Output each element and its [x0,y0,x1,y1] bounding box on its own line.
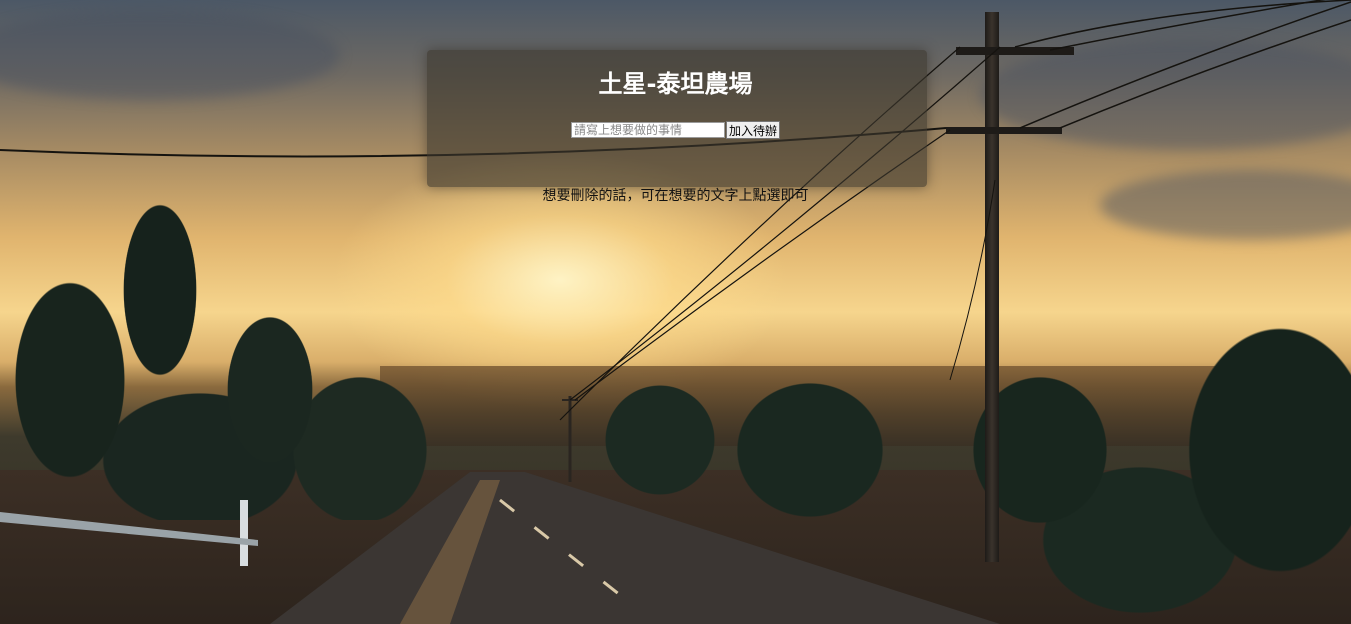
page-title: 土星-泰坦農場 [598,70,753,98]
power-line [1049,0,1326,51]
power-line [1014,0,1351,48]
delete-hint-text: 想要刪除的話，可在想要的文字上點選即可 [542,188,809,204]
background-landscape-photo: 土星-泰坦農場 加入待辦 想要刪除的話，可在想要的文字上點選即可 [0,0,1351,624]
todo-form: 加入待辦 [571,121,781,139]
add-todo-button[interactable]: 加入待辦 [726,121,781,139]
power-line [1019,1,1351,129]
power-line [949,179,996,381]
todo-input[interactable] [571,122,725,138]
